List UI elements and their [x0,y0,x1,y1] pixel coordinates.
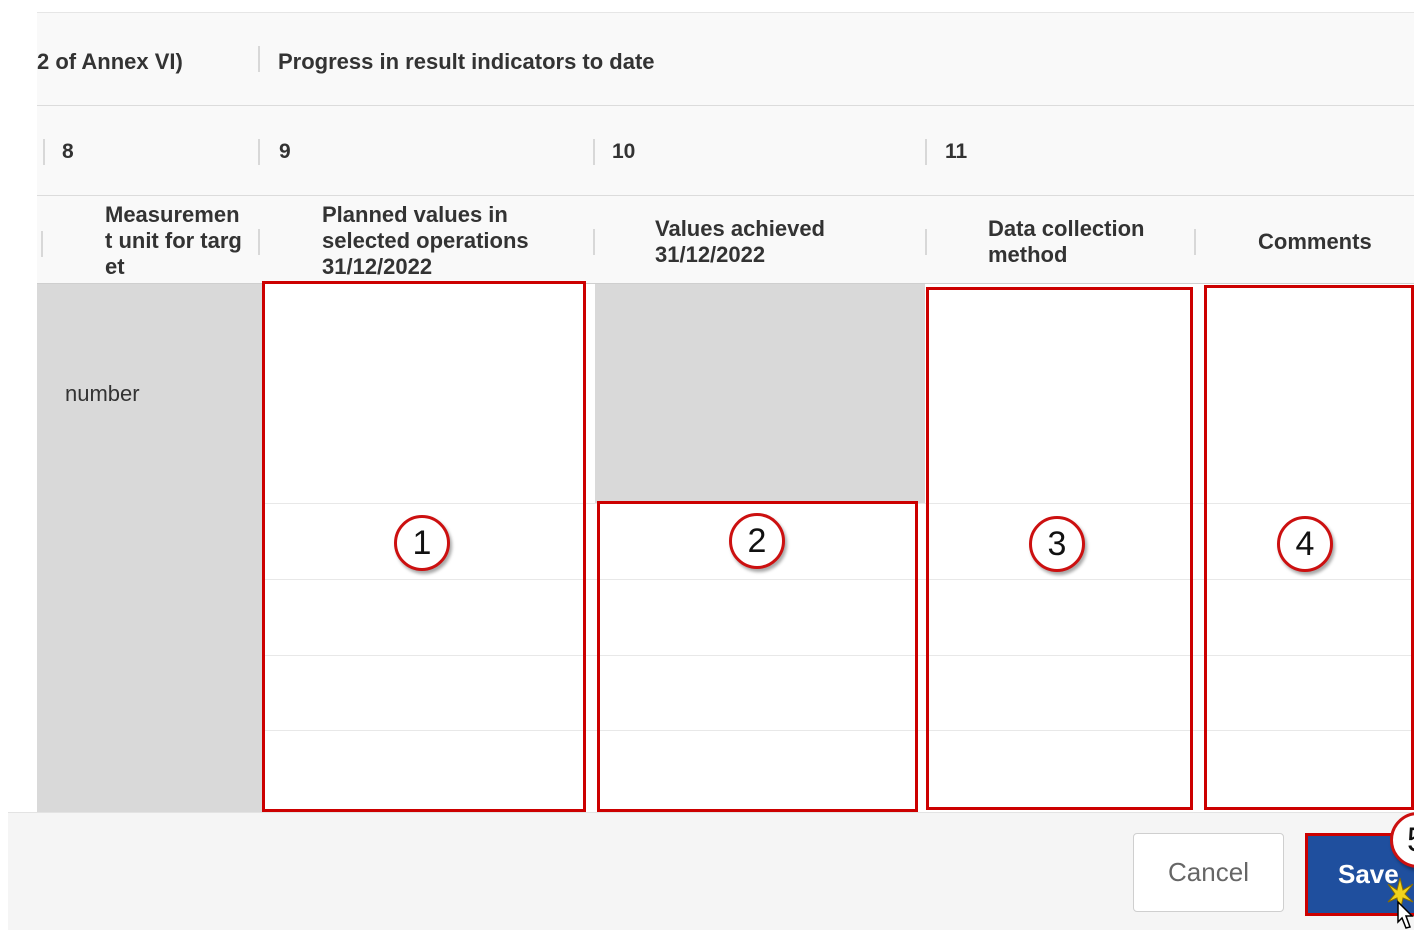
measurement-unit-cell: number [37,284,262,813]
table-header-title-row: Measurement unit for target Planned valu… [37,196,1414,283]
values-achieved-disabled-cell [595,284,925,503]
header-separator [258,139,260,165]
col-header-values-achieved: Values achieved 31/12/2022 [655,216,825,267]
cancel-button[interactable]: Cancel [1133,833,1284,912]
table-header-group-row: 2 of Annex VI) Progress in result indica… [37,13,1414,105]
col-number-9: 9 [279,140,291,163]
header-separator [593,229,595,255]
header-separator [925,229,927,255]
col-number-10: 10 [612,140,636,163]
header-separator [593,139,595,165]
col-header-data-collection: Data collection method [988,216,1145,267]
measurement-unit-value: number [65,381,140,406]
col-header-planned-values: Planned values in selected operations 31… [322,202,529,279]
header-separator [258,46,260,72]
col-header-comments: Comments [1258,229,1372,254]
col-number-8: 8 [62,140,74,163]
header-separator [43,139,45,165]
table-header-number-row: 8 9 10 11 [37,106,1414,195]
annotation-badge-1: 1 [394,515,450,571]
header-group-progress: Progress in result indicators to date [278,49,655,74]
header-separator [1194,229,1196,255]
header-separator [258,229,260,255]
cursor-icon [1387,877,1414,929]
header-group-annex: 2 of Annex VI) [37,49,183,74]
col-number-11: 11 [945,140,968,163]
header-separator [41,231,43,257]
annotation-badge-4: 4 [1277,516,1333,572]
annotation-badge-2: 2 [729,513,785,569]
header-separator [925,139,927,165]
col-header-measurement-unit: Measurement unit for target [105,202,242,279]
annotation-badge-3: 3 [1029,516,1085,572]
